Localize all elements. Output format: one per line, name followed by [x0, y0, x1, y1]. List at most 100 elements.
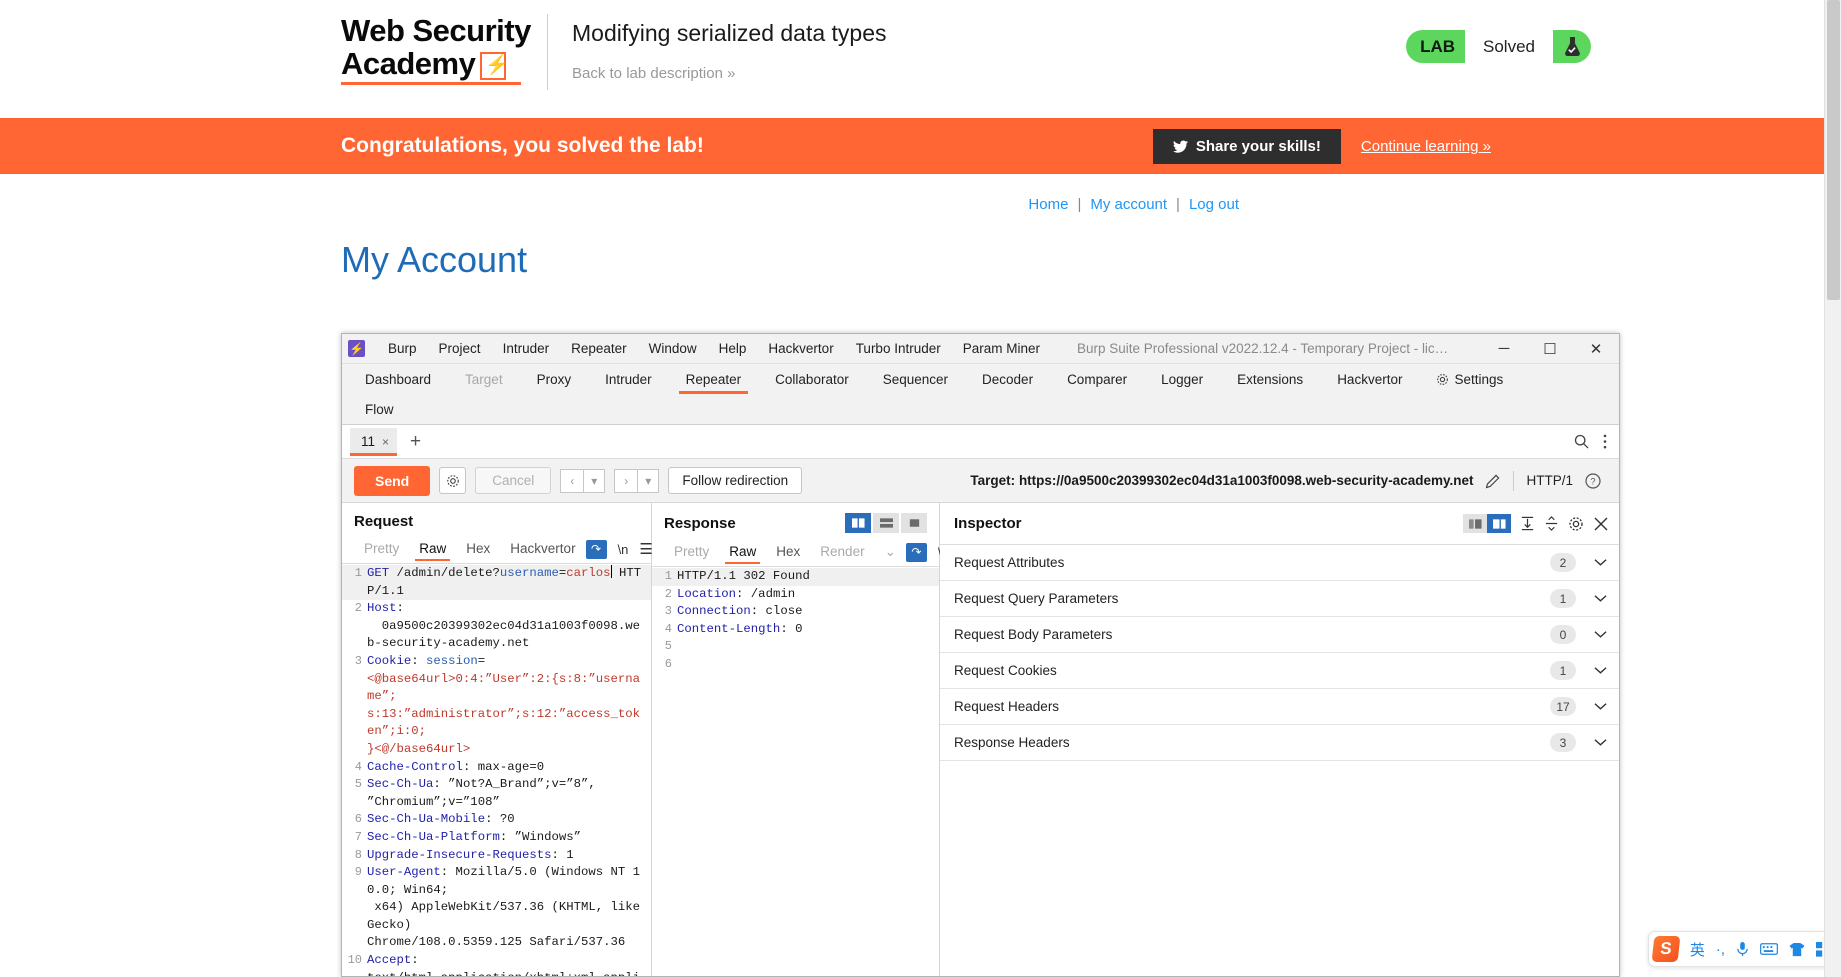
- tab-collaborator[interactable]: Collaborator: [758, 364, 866, 394]
- flask-check-icon: [1553, 30, 1591, 63]
- view-tab-raw[interactable]: Raw: [719, 540, 766, 564]
- word-wrap-icon[interactable]: ↷: [585, 539, 607, 559]
- repeater-tab-11[interactable]: 11 ×: [350, 428, 398, 456]
- view-tab-pretty[interactable]: Pretty: [354, 537, 409, 561]
- nav-log-out-link[interactable]: Log out: [1189, 196, 1239, 213]
- line-number: 8: [354, 847, 362, 862]
- response-pane-title: Response: [664, 514, 736, 532]
- send-button[interactable]: Send: [354, 465, 431, 496]
- menu-item-repeater[interactable]: Repeater: [560, 334, 638, 364]
- menu-item-help[interactable]: Help: [708, 334, 758, 364]
- menu-item-hackvertor[interactable]: Hackvertor: [757, 334, 844, 364]
- history-forward-dropdown[interactable]: ▾: [638, 468, 660, 493]
- tab-settings[interactable]: Settings: [1419, 364, 1520, 394]
- menu-item-window[interactable]: Window: [638, 334, 708, 364]
- view-tab-render[interactable]: Render: [810, 540, 874, 564]
- tab-decoder[interactable]: Decoder: [965, 364, 1050, 394]
- tab-proxy[interactable]: Proxy: [520, 364, 589, 394]
- code-text: Connection: close: [677, 604, 803, 619]
- history-forward-button[interactable]: ›: [614, 468, 639, 493]
- web-security-academy-logo[interactable]: Web Security Academy: [341, 14, 547, 90]
- nav-my-account-link[interactable]: My account: [1090, 196, 1167, 213]
- line-number: 9: [354, 865, 362, 880]
- nav-home-link[interactable]: Home: [1028, 196, 1068, 213]
- word-wrap-icon[interactable]: ↷: [905, 542, 927, 562]
- chevron-down-icon[interactable]: [1594, 628, 1607, 642]
- page-scrollbar[interactable]: [1824, 0, 1841, 977]
- close-icon[interactable]: ×: [382, 435, 389, 449]
- tab-extensions[interactable]: Extensions: [1220, 364, 1320, 394]
- sogou-logo-icon[interactable]: S: [1651, 936, 1681, 962]
- history-back-button[interactable]: ‹: [560, 468, 585, 493]
- inspector-section-request-cookies[interactable]: Request Cookies 1: [940, 653, 1619, 689]
- expand-all-icon[interactable]: [1520, 516, 1535, 531]
- chevron-down-icon[interactable]: [1594, 556, 1607, 570]
- hamburger-icon[interactable]: ☰: [639, 540, 652, 558]
- inspector-section-request-headers[interactable]: Request Headers 17: [940, 689, 1619, 725]
- view-tab-hex[interactable]: Hex: [766, 540, 810, 564]
- menu-item-burp[interactable]: Burp: [377, 334, 428, 364]
- back-to-lab-description-link[interactable]: Back to lab description »: [572, 65, 887, 82]
- view-tab-raw[interactable]: Raw: [409, 537, 456, 561]
- view-tab-hackvertor[interactable]: Hackvertor: [500, 537, 585, 561]
- keyboard-icon[interactable]: [1760, 942, 1778, 956]
- add-tab-button[interactable]: +: [410, 431, 421, 453]
- chevron-down-icon[interactable]: [1594, 700, 1607, 714]
- request-editor[interactable]: 1 GET /admin/delete?username=carlos HTTP/…: [342, 564, 651, 976]
- follow-redirection-button[interactable]: Follow redirection: [668, 467, 803, 494]
- inspector-section-response-headers[interactable]: Response Headers 3: [940, 725, 1619, 761]
- menu-item-project[interactable]: Project: [428, 334, 492, 364]
- close-icon[interactable]: ✕: [1573, 334, 1619, 364]
- tab-target[interactable]: Target: [448, 364, 520, 394]
- inspector-section-request-attributes[interactable]: Request Attributes 2: [940, 545, 1619, 581]
- question-circle-icon[interactable]: ?: [1585, 472, 1601, 489]
- menu-item-turbo-intruder[interactable]: Turbo Intruder: [845, 334, 952, 364]
- maximize-icon[interactable]: ☐: [1527, 334, 1573, 364]
- code-line: 7 Sec-Ch-Ua-Platform: ”Windows”: [342, 829, 651, 847]
- split-vertical-icon[interactable]: [845, 513, 871, 533]
- tab-label: Intruder: [605, 372, 652, 387]
- skin-icon[interactable]: [1789, 942, 1805, 957]
- close-icon[interactable]: [1593, 516, 1609, 532]
- share-your-skills-button[interactable]: Share your skills!: [1152, 128, 1341, 164]
- tab-flow[interactable]: Flow: [348, 394, 411, 424]
- ime-language-mode[interactable]: 英: [1690, 939, 1705, 960]
- view-tab-hex[interactable]: Hex: [456, 537, 500, 561]
- scrollbar-thumb[interactable]: [1827, 0, 1840, 300]
- newline-toggle[interactable]: \n: [618, 542, 629, 557]
- inspector-section-request-query-parameters[interactable]: Request Query Parameters 1: [940, 581, 1619, 617]
- chevron-down-icon[interactable]: [1594, 592, 1607, 606]
- punctuation-icon[interactable]: ·,: [1716, 941, 1725, 958]
- tab-sequencer[interactable]: Sequencer: [866, 364, 965, 394]
- microphone-icon[interactable]: [1736, 941, 1749, 957]
- tab-hackvertor[interactable]: Hackvertor: [1320, 364, 1419, 394]
- gear-icon[interactable]: [439, 467, 467, 494]
- layout-right-icon[interactable]: [1487, 514, 1511, 533]
- response-viewer[interactable]: 1 HTTP/1.1 302 Found 2 Location: /admin 3 Con…: [652, 567, 939, 976]
- collapse-all-icon[interactable]: [1544, 516, 1559, 531]
- minimize-icon[interactable]: ─: [1481, 334, 1527, 364]
- tab-repeater[interactable]: Repeater: [669, 364, 759, 394]
- gear-icon[interactable]: [1568, 516, 1584, 532]
- layout-left-icon[interactable]: [1463, 514, 1487, 533]
- continue-learning-link[interactable]: Continue learning »: [1361, 138, 1491, 155]
- split-horizontal-icon[interactable]: [873, 513, 899, 533]
- section-label: Response Headers: [954, 735, 1070, 750]
- inspector-section-request-body-parameters[interactable]: Request Body Parameters 0: [940, 617, 1619, 653]
- single-pane-icon[interactable]: [901, 513, 927, 533]
- tab-intruder[interactable]: Intruder: [588, 364, 669, 394]
- chevron-down-icon[interactable]: [1594, 736, 1607, 750]
- http-version-selector[interactable]: HTTP/1: [1526, 473, 1573, 488]
- view-tab-pretty[interactable]: Pretty: [664, 540, 719, 564]
- menu-item-intruder[interactable]: Intruder: [492, 334, 561, 364]
- kebab-menu-icon[interactable]: [1603, 434, 1607, 449]
- menu-item-param-miner[interactable]: Param Miner: [952, 334, 1051, 364]
- chevron-down-icon[interactable]: [1594, 664, 1607, 678]
- tab-logger[interactable]: Logger: [1144, 364, 1220, 394]
- tab-dashboard[interactable]: Dashboard: [348, 364, 448, 394]
- response-tabs-caret[interactable]: ⌄: [875, 540, 906, 565]
- tab-comparer[interactable]: Comparer: [1050, 364, 1144, 394]
- search-icon[interactable]: [1574, 434, 1589, 449]
- pencil-icon[interactable]: [1485, 473, 1501, 489]
- history-back-dropdown[interactable]: ▾: [584, 468, 606, 493]
